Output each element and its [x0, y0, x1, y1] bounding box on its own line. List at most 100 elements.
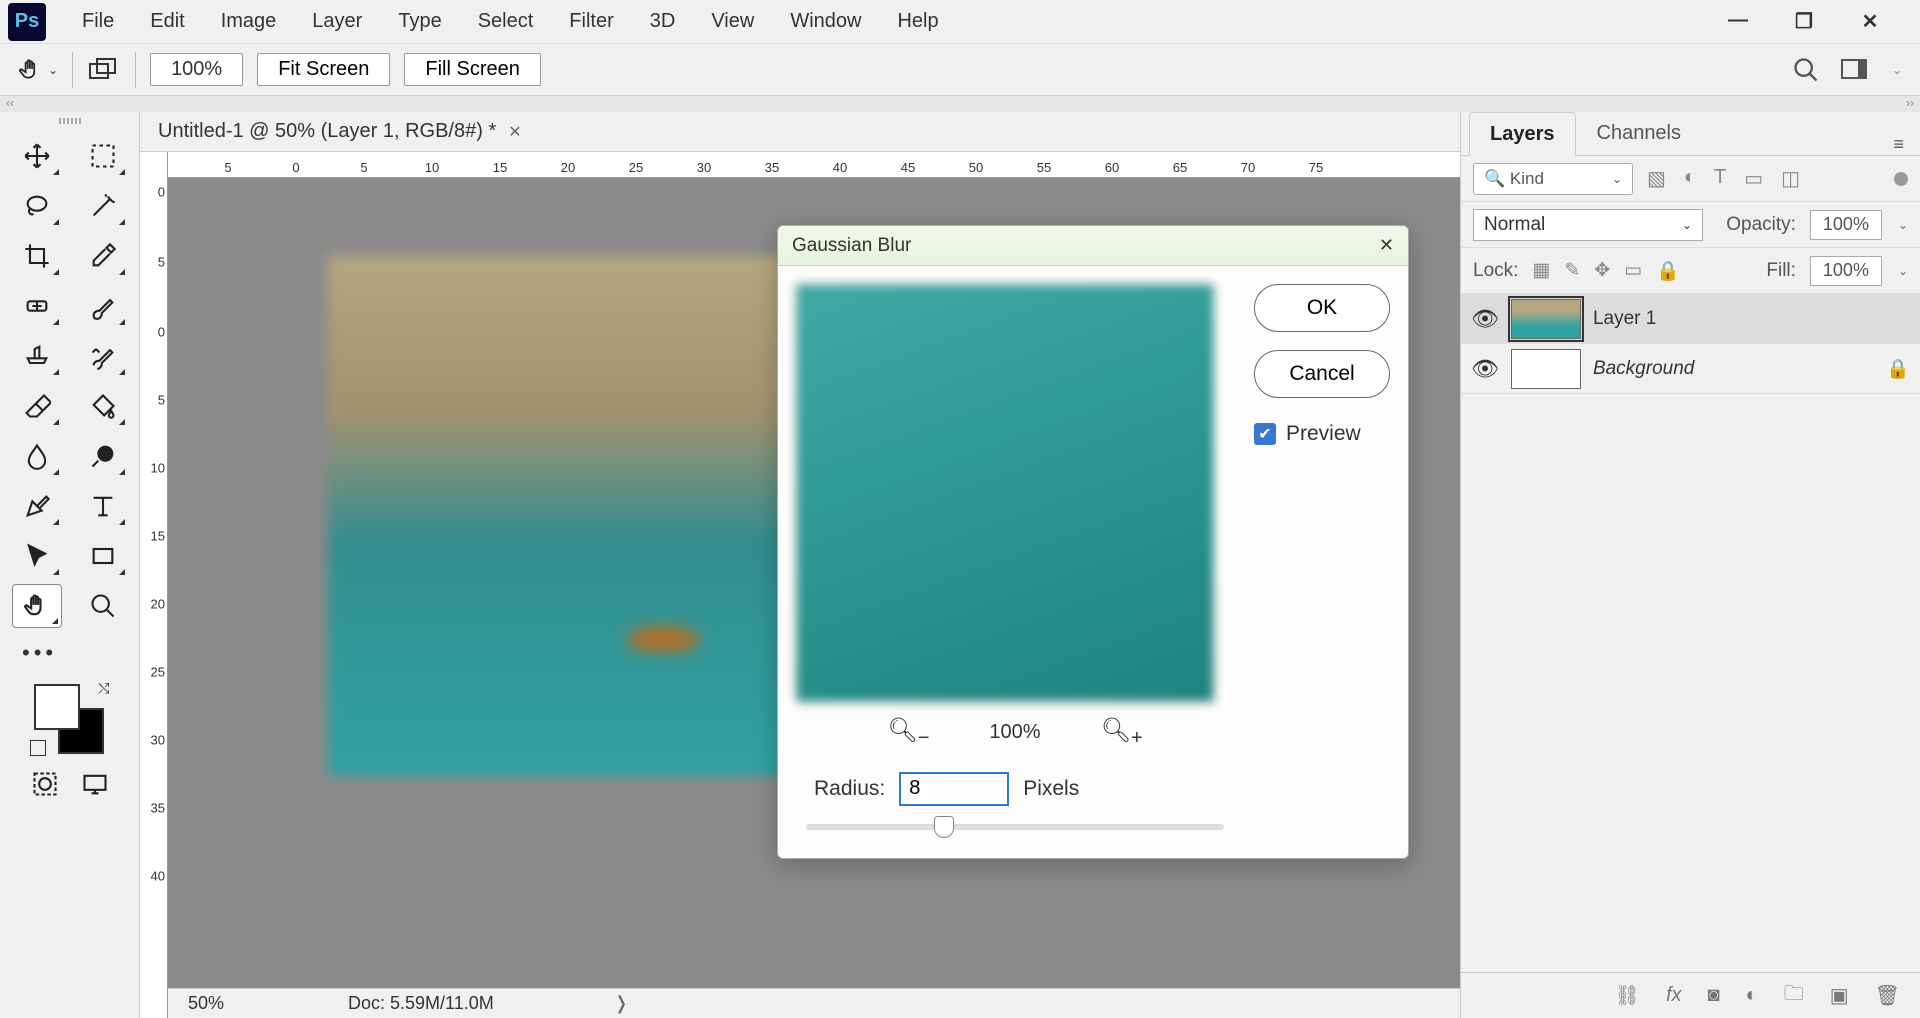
menu-edit[interactable]: Edit [132, 4, 202, 39]
scroll-all-windows-icon[interactable] [87, 56, 121, 84]
menu-image[interactable]: Image [203, 4, 295, 39]
lock-all-icon[interactable]: 🔒 [1656, 259, 1680, 283]
cancel-button[interactable]: Cancel [1254, 350, 1390, 398]
filter-type-icon[interactable]: T [1714, 166, 1726, 191]
blur-tool[interactable] [12, 434, 62, 478]
blend-mode-select[interactable]: Normal⌄ [1473, 209, 1703, 241]
eyedropper-tool[interactable] [78, 234, 128, 278]
fit-screen-button[interactable]: Fit Screen [257, 53, 390, 86]
menu-filter[interactable]: Filter [551, 4, 631, 39]
paint-bucket-tool[interactable] [78, 384, 128, 428]
layer-thumbnail[interactable] [1511, 349, 1581, 389]
history-brush-tool[interactable] [78, 334, 128, 378]
radius-input[interactable] [899, 772, 1009, 806]
zoom-in-icon[interactable]: 🔍︎+ [1101, 716, 1143, 750]
healing-brush-tool[interactable] [12, 284, 62, 328]
filter-toggle[interactable] [1894, 172, 1908, 186]
pen-tool[interactable] [12, 484, 62, 528]
tab-channels[interactable]: Channels [1576, 111, 1703, 155]
lock-pixels-icon[interactable]: ✎ [1564, 259, 1580, 283]
lasso-tool[interactable] [12, 184, 62, 228]
ok-button[interactable]: OK [1254, 284, 1390, 332]
window-minimize-icon[interactable]: — [1714, 9, 1762, 34]
adjustment-layer-icon[interactable]: ◐ [1746, 984, 1758, 1007]
filter-pixel-icon[interactable]: ▧ [1647, 166, 1666, 191]
dialog-titlebar[interactable]: Gaussian Blur ✕ [778, 226, 1408, 266]
menu-view[interactable]: View [693, 4, 772, 39]
link-layers-icon[interactable]: ⛓ [1615, 983, 1640, 1008]
filter-shape-icon[interactable]: ▭ [1744, 166, 1763, 191]
tool-preset-hand[interactable]: ⌄ [18, 57, 58, 83]
menu-layer[interactable]: Layer [294, 4, 380, 39]
close-tab-icon[interactable]: ✕ [508, 122, 521, 142]
new-layer-icon[interactable]: ▣ [1830, 983, 1849, 1008]
window-close-icon[interactable]: ✕ [1846, 9, 1894, 34]
foreground-color-swatch[interactable] [34, 684, 80, 730]
zoom-tool[interactable] [78, 584, 128, 628]
crop-tool[interactable] [12, 234, 62, 278]
status-menu-icon[interactable]: ❭ [494, 993, 629, 1014]
add-mask-icon[interactable]: ◙ [1708, 984, 1720, 1007]
hand-tool[interactable] [12, 584, 62, 628]
status-zoom[interactable]: 50% [168, 993, 288, 1014]
menu-file[interactable]: File [64, 4, 132, 39]
layer-row[interactable]: 👁 Background 🔒 [1461, 344, 1920, 394]
delete-layer-icon[interactable]: 🗑 [1875, 983, 1900, 1008]
chevron-down-icon[interactable]: ⌄ [1898, 264, 1908, 278]
swap-colors-icon[interactable]: ⤭ [98, 680, 109, 697]
filter-adjustment-icon[interactable]: ◐ [1684, 166, 1696, 191]
lock-position-icon[interactable]: ✥ [1594, 259, 1610, 283]
default-colors-icon[interactable] [30, 740, 46, 756]
visibility-toggle-icon[interactable]: 👁 [1471, 306, 1499, 332]
chevron-down-icon[interactable]: ⌄ [1898, 218, 1908, 232]
lock-artboard-icon[interactable]: ▭ [1624, 259, 1642, 283]
window-restore-icon[interactable]: ❐ [1780, 9, 1828, 34]
rectangle-tool[interactable] [78, 534, 128, 578]
new-group-icon[interactable]: 🗀 [1784, 979, 1804, 1013]
magic-wand-tool[interactable] [78, 184, 128, 228]
menu-window[interactable]: Window [772, 4, 879, 39]
layer-thumbnail[interactable] [1511, 299, 1581, 339]
workspace-switcher-icon[interactable] [1840, 56, 1872, 84]
screen-mode-icon[interactable] [81, 770, 109, 798]
color-swatches[interactable]: ⤭ [30, 680, 110, 756]
collapse-right-icon[interactable]: ›› [1906, 96, 1914, 110]
marquee-tool[interactable] [78, 134, 128, 178]
chevron-down-icon[interactable]: ⌄ [1892, 63, 1902, 77]
clone-stamp-tool[interactable] [12, 334, 62, 378]
panel-menu-icon[interactable]: ≡ [1885, 134, 1912, 155]
layer-filter-kind[interactable]: 🔍 Kind⌄ [1473, 163, 1633, 195]
path-selection-tool[interactable] [12, 534, 62, 578]
document-tab[interactable]: Untitled-1 @ 50% (Layer 1, RGB/8#) * ✕ [158, 120, 522, 143]
tab-layers[interactable]: Layers [1469, 112, 1576, 156]
visibility-toggle-icon[interactable]: 👁 [1471, 356, 1499, 382]
preview-checkbox[interactable]: ✔ Preview [1254, 422, 1390, 446]
search-icon[interactable] [1792, 56, 1820, 84]
eraser-tool[interactable] [12, 384, 62, 428]
collapse-left-icon[interactable]: ‹‹ [6, 96, 14, 110]
move-tool[interactable] [12, 134, 62, 178]
status-doc-info[interactable]: Doc: 5.59M/11.0M [288, 993, 494, 1014]
fill-screen-button[interactable]: Fill Screen [404, 53, 540, 86]
edit-toolbar-icon[interactable]: ••• [0, 640, 57, 666]
filter-preview[interactable] [796, 284, 1214, 702]
layer-name[interactable]: Background [1593, 358, 1694, 380]
radius-slider[interactable] [806, 824, 1224, 830]
layer-row[interactable]: 👁 Layer 1 [1461, 294, 1920, 344]
menu-type[interactable]: Type [380, 4, 459, 39]
opacity-value[interactable]: 100% [1810, 210, 1882, 240]
fill-value[interactable]: 100% [1810, 256, 1882, 286]
brush-tool[interactable] [78, 284, 128, 328]
filter-smart-icon[interactable]: ◫ [1781, 166, 1800, 191]
layer-fx-icon[interactable]: fx [1666, 984, 1682, 1007]
slider-thumb[interactable] [934, 816, 954, 838]
zoom-level-field[interactable]: 100% [150, 53, 243, 86]
dialog-close-icon[interactable]: ✕ [1379, 235, 1394, 256]
menu-help[interactable]: Help [879, 4, 956, 39]
menu-select[interactable]: Select [460, 4, 552, 39]
quick-mask-icon[interactable] [31, 770, 59, 798]
toolbox-gripper[interactable] [34, 118, 106, 128]
zoom-out-icon[interactable]: 🔍︎− [887, 716, 929, 750]
dodge-tool[interactable] [78, 434, 128, 478]
menu-3d[interactable]: 3D [632, 4, 694, 39]
